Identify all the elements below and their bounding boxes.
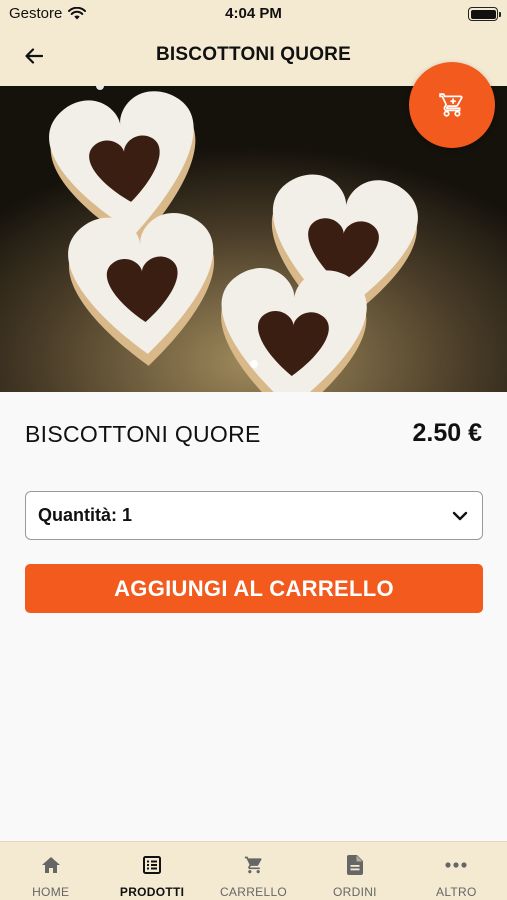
tab-label: ORDINI (333, 885, 377, 899)
tab-label: HOME (32, 885, 70, 899)
battery-icon (468, 7, 501, 21)
status-bar: Gestore 4:04 PM (0, 0, 507, 28)
add-to-cart-label: AGGIUNGI AL CARRELLO (114, 575, 394, 601)
tab-ordini[interactable]: ORDINI (304, 842, 405, 900)
product-name: BISCOTTONI QUORE (25, 421, 261, 447)
carousel-dot-active[interactable] (250, 360, 258, 368)
quantity-label: Quantità: 1 (38, 505, 133, 525)
quantity-select[interactable]: Quantità: 1 (25, 491, 483, 540)
chevron-down-icon (452, 511, 468, 521)
add-to-cart-button[interactable]: AGGIUNGI AL CARRELLO (25, 564, 483, 613)
tab-home[interactable]: HOME (0, 842, 101, 900)
list-icon (143, 856, 162, 874)
document-icon (346, 855, 363, 875)
tab-prodotti[interactable]: PRODOTTI (101, 842, 202, 900)
clock: 4:04 PM (225, 5, 282, 22)
tab-label: CARRELLO (219, 885, 288, 899)
tab-bar: HOME PRODOTTI CARRELLO ORDINI ALTRO (0, 841, 507, 900)
tab-altro[interactable]: ALTRO (406, 842, 507, 900)
cart-icon (439, 93, 463, 117)
tab-label: ALTRO (436, 885, 477, 899)
home-icon (41, 857, 60, 873)
product-price: 2.50 € (412, 419, 482, 447)
more-icon (445, 862, 467, 868)
cart-icon (244, 856, 262, 874)
tab-label: PRODOTTI (119, 885, 185, 899)
cart-button[interactable] (409, 62, 495, 148)
tab-carrello[interactable]: CARRELLO (203, 842, 304, 900)
product-detail-screen: Gestore 4:04 PM BISCOTTONI QUORE BISCOTT… (0, 0, 507, 900)
page-title: BISCOTTONI QUORE (156, 44, 351, 65)
